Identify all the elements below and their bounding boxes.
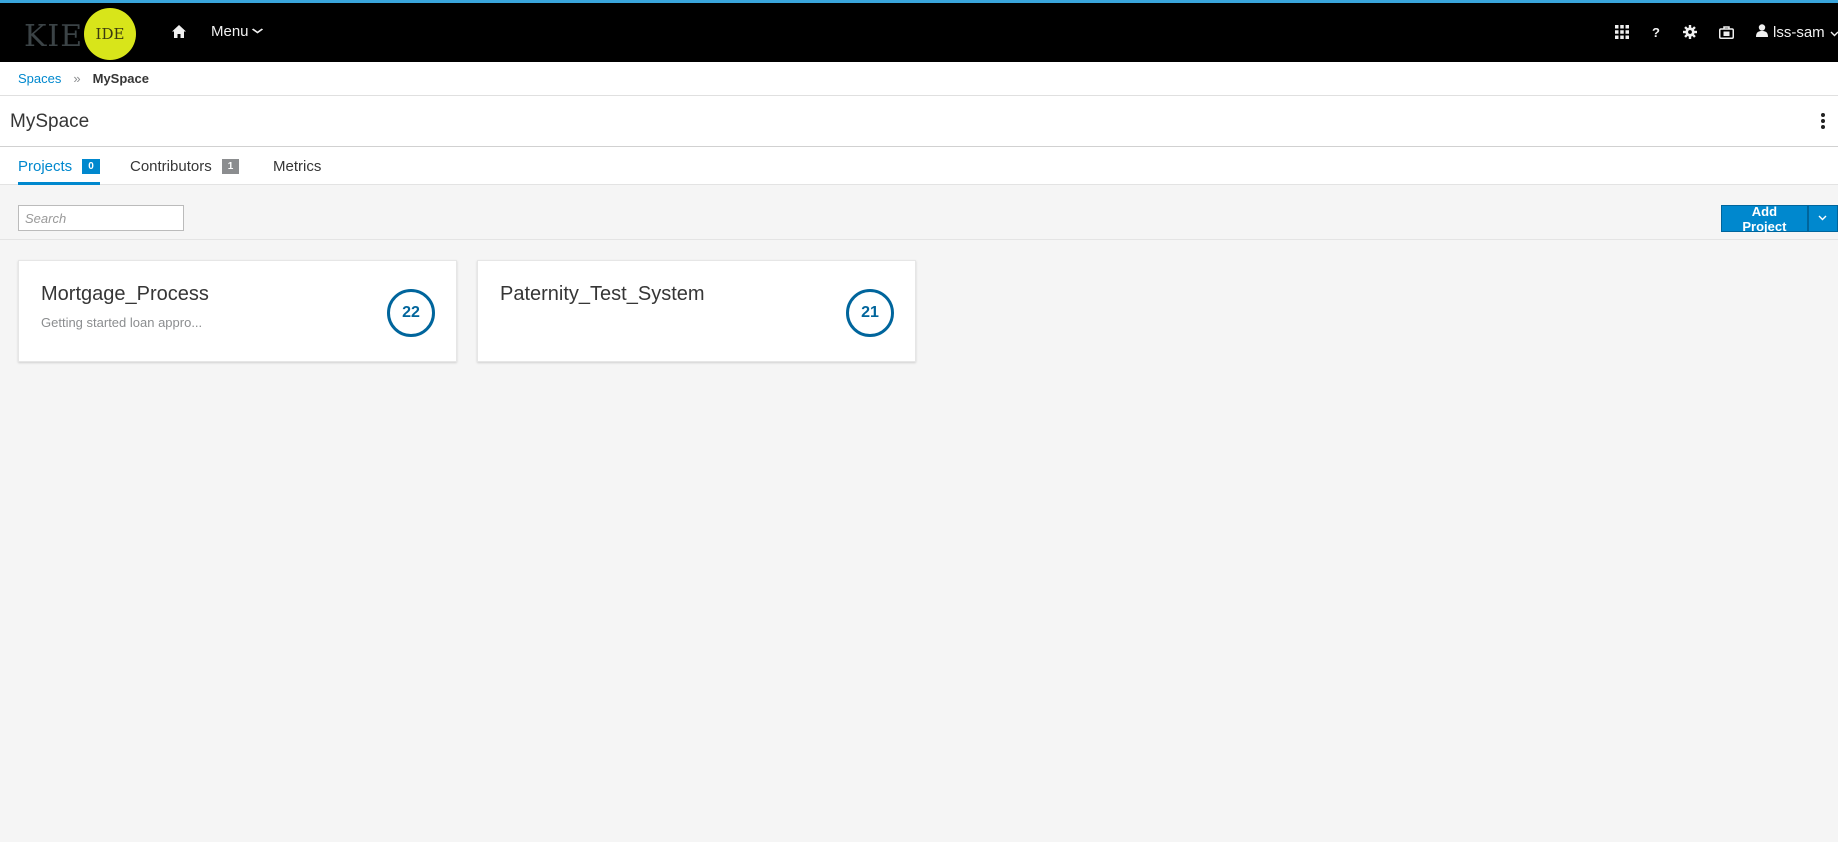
add-project-button-group: Add Project — [1721, 204, 1838, 234]
project-name: Mortgage_Process — [41, 283, 209, 305]
breadcrumb-spaces-link[interactable]: Spaces — [18, 71, 61, 86]
home-icon[interactable] — [171, 24, 187, 40]
chevron-down-icon — [251, 26, 264, 37]
project-card[interactable]: Paternity_Test_System 21 — [477, 260, 916, 362]
projects-toolbar: Add Project — [0, 185, 1838, 240]
count-badge: 1 — [221, 158, 240, 174]
user-icon — [1756, 23, 1768, 41]
tab-projects[interactable]: Projects 0 — [18, 147, 100, 185]
user-name: lss-sam — [1773, 23, 1825, 41]
asset-count-badge: 22 — [387, 289, 435, 337]
tab-contributors[interactable]: Contributors 1 — [130, 147, 240, 185]
main-menu-label: Menu — [211, 23, 249, 40]
add-project-dropdown-toggle[interactable] — [1807, 205, 1838, 232]
brand-name: KIE — [24, 19, 84, 54]
chevron-down-icon — [1818, 213, 1827, 224]
main-menu-dropdown[interactable]: Menu — [211, 23, 264, 40]
search-input[interactable] — [18, 205, 184, 231]
user-menu-dropdown[interactable]: lss-sam — [1756, 21, 1838, 43]
help-icon[interactable]: ? — [1646, 21, 1666, 43]
project-card[interactable]: Mortgage_Process Getting started loan ap… — [18, 260, 457, 362]
kebab-menu-icon[interactable] — [1820, 113, 1826, 129]
tab-metrics[interactable]: Metrics — [273, 147, 321, 185]
tab-label: Metrics — [273, 157, 322, 175]
brand-badge: IDE — [84, 8, 136, 60]
tab-label: Projects — [18, 157, 73, 175]
add-project-button[interactable]: Add Project — [1721, 204, 1808, 234]
chevron-down-icon — [1830, 24, 1838, 41]
briefcase-icon[interactable] — [1716, 21, 1736, 43]
count-badge: 0 — [82, 158, 100, 174]
asset-count-badge: 21 — [846, 289, 894, 337]
page-header: MySpace — [0, 96, 1838, 147]
project-description: Getting started loan appro... — [41, 315, 203, 330]
page-title: MySpace — [10, 111, 90, 132]
tab-label: Contributors — [130, 157, 212, 175]
apps-grid-icon[interactable] — [1612, 21, 1632, 43]
breadcrumb-current: MySpace — [92, 71, 149, 86]
tabs-bar: Projects 0 Contributors 1 Metrics — [0, 147, 1838, 185]
gear-icon[interactable] — [1680, 21, 1700, 43]
navbar: KIE IDE Menu ? lss-sam — [0, 3, 1838, 62]
brand-logo[interactable]: KIE IDE — [22, 8, 142, 60]
breadcrumb: Spaces » MySpace — [0, 62, 1838, 96]
project-name: Paternity_Test_System — [500, 283, 705, 305]
breadcrumb-separator: » — [73, 71, 81, 86]
